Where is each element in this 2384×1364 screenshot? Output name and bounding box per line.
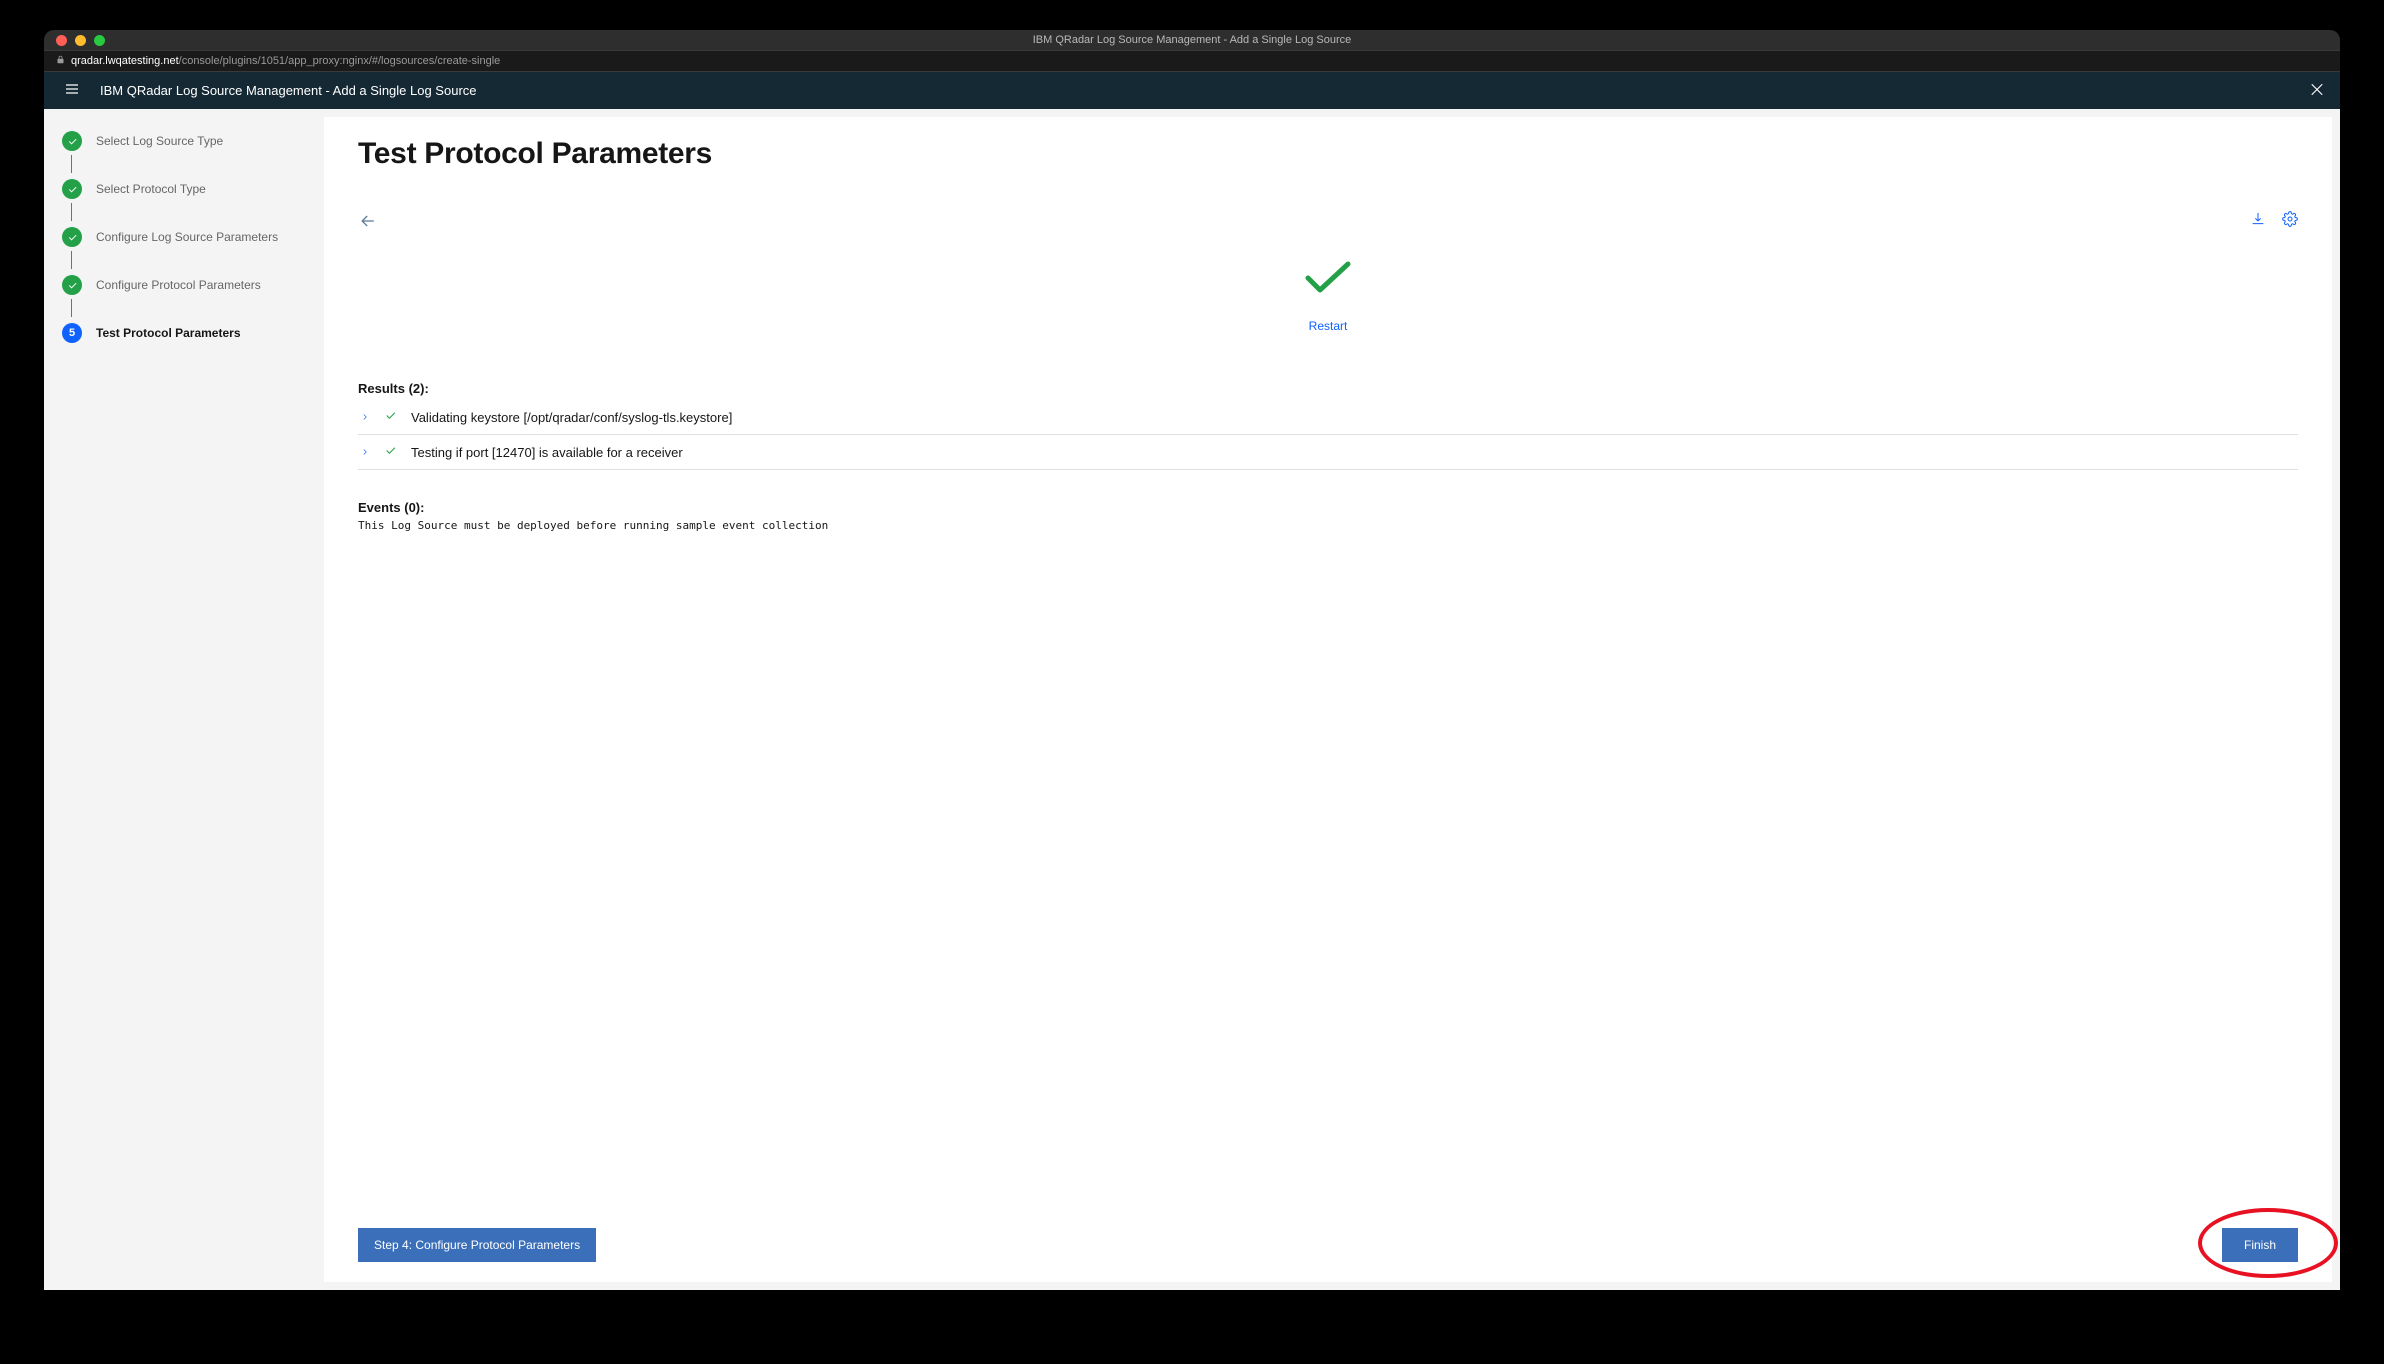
download-icon[interactable]: [2250, 211, 2266, 232]
settings-icon[interactable]: [2282, 211, 2298, 232]
result-row: Testing if port [12470] is available for…: [358, 435, 2298, 470]
url-path: /console/plugins/1051/app_proxy:nginx/#/…: [179, 55, 501, 67]
page-title: Test Protocol Parameters: [358, 137, 2298, 171]
step-label: Select Protocol Type: [96, 182, 206, 196]
lock-icon: [56, 54, 71, 68]
step-test-protocol-parameters[interactable]: 5 Test Protocol Parameters: [44, 309, 324, 357]
check-icon: [384, 409, 411, 425]
check-icon: [62, 179, 82, 199]
events-heading: Events (0):: [358, 500, 2298, 515]
step-label: Select Log Source Type: [96, 134, 223, 148]
result-row: Validating keystore [/opt/qradar/conf/sy…: [358, 400, 2298, 435]
check-icon: [62, 227, 82, 247]
restart-link[interactable]: Restart: [358, 319, 2298, 333]
app-header: IBM QRadar Log Source Management - Add a…: [44, 72, 2340, 109]
step-label: Configure Protocol Parameters: [96, 278, 261, 292]
current-step-badge: 5: [62, 323, 82, 343]
step-configure-log-source-parameters[interactable]: Configure Log Source Parameters: [44, 213, 324, 261]
step-select-protocol-type[interactable]: Select Protocol Type: [44, 165, 324, 213]
finish-button[interactable]: Finish: [2222, 1228, 2298, 1262]
step-select-log-source-type[interactable]: Select Log Source Type: [44, 117, 324, 165]
result-text: Validating keystore [/opt/qradar/conf/sy…: [411, 410, 732, 425]
close-icon[interactable]: [2308, 80, 2326, 101]
wizard-sidebar: Select Log Source Type Select Protocol T…: [44, 109, 324, 1290]
window-title: IBM QRadar Log Source Management - Add a…: [1033, 34, 1352, 46]
window-titlebar: IBM QRadar Log Source Management - Add a…: [44, 30, 2340, 50]
main-content: Test Protocol Parameters Restart Results…: [324, 117, 2332, 1282]
chevron-right-icon[interactable]: [360, 445, 384, 460]
result-text: Testing if port [12470] is available for…: [411, 445, 683, 460]
close-window-button[interactable]: [56, 35, 67, 46]
results-heading: Results (2):: [358, 381, 2298, 396]
minimize-window-button[interactable]: [75, 35, 86, 46]
check-icon: [62, 275, 82, 295]
url-host: qradar.lwqatesting.net: [71, 55, 179, 67]
step-label: Test Protocol Parameters: [96, 326, 241, 340]
step-configure-protocol-parameters[interactable]: Configure Protocol Parameters: [44, 261, 324, 309]
hamburger-icon[interactable]: [64, 81, 80, 100]
check-icon: [384, 444, 411, 460]
success-check-icon: [358, 260, 2298, 301]
step-label: Configure Log Source Parameters: [96, 230, 278, 244]
url-bar[interactable]: qradar.lwqatesting.net/console/plugins/1…: [44, 50, 2340, 72]
check-icon: [62, 131, 82, 151]
app-header-title: IBM QRadar Log Source Management - Add a…: [100, 83, 477, 98]
maximize-window-button[interactable]: [94, 35, 105, 46]
events-note: This Log Source must be deployed before …: [358, 519, 2298, 532]
chevron-right-icon[interactable]: [360, 410, 384, 425]
traffic-lights: [56, 35, 105, 46]
back-arrow-icon[interactable]: [358, 218, 378, 235]
previous-step-button[interactable]: Step 4: Configure Protocol Parameters: [358, 1228, 596, 1262]
